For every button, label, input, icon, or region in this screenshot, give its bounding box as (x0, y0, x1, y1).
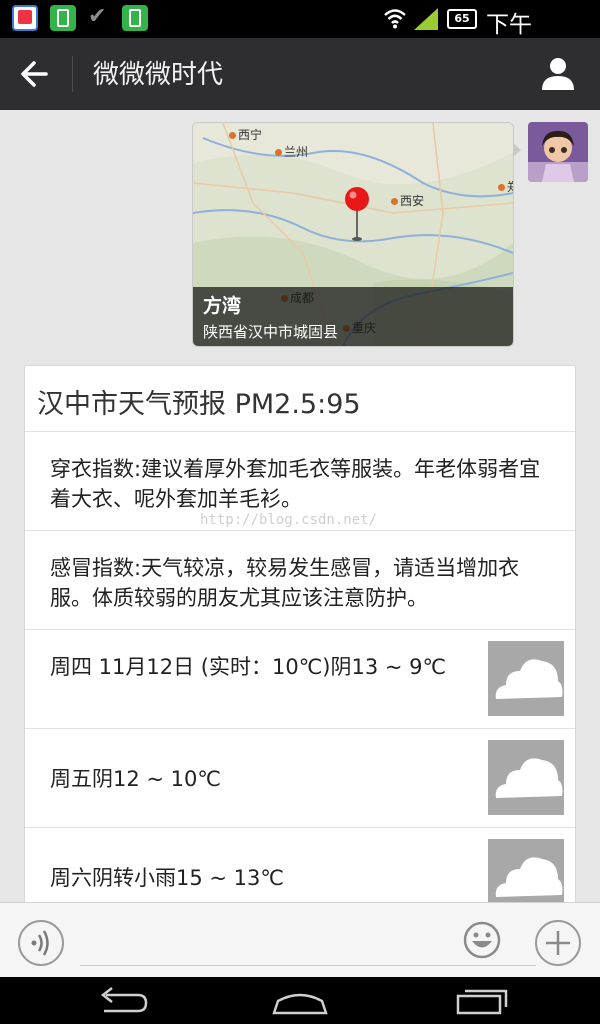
weather-row[interactable]: 周五阴12 ~ 10℃ (25, 728, 575, 828)
battery-icon: 65 (447, 9, 477, 29)
app-notification-icon (50, 5, 76, 31)
map-city-label: 兰州 (275, 143, 308, 160)
home-icon[interactable] (270, 985, 330, 1017)
location-caption: 方湾 陕西省汉中市城固县 (193, 287, 513, 346)
weather-row-text: 周六阴转小雨15 ~ 13℃ (50, 866, 284, 890)
weather-row-text: 周五阴12 ~ 10℃ (50, 767, 221, 791)
wifi-icon (384, 9, 406, 29)
watermark: http://blog.csdn.net/ (200, 512, 378, 528)
system-nav-bar (0, 977, 600, 1024)
bubble-tail (513, 143, 521, 157)
weather-row-text: 感冒指数:天气较凉，较易发生感冒，请适当增加衣服。体质较弱的朋友尤其应该注意防护… (50, 556, 520, 610)
signal-icon (414, 8, 438, 30)
weather-row[interactable]: 周四 11月12日 (实时：10℃)阴13 ~ 9℃ (25, 629, 575, 729)
check-icon: ✔ (88, 4, 107, 29)
cloud-icon (488, 839, 564, 904)
weather-row[interactable]: 周六阴转小雨15 ~ 13℃ (25, 827, 575, 904)
person-icon[interactable] (538, 54, 578, 94)
chat-header: 微微微时代 (0, 38, 600, 110)
back-nav-icon[interactable] (90, 985, 150, 1017)
status-bar: ✔ 65 下午 10:11 (0, 0, 600, 65)
message-input-bar (0, 902, 600, 978)
header-divider (72, 56, 73, 92)
voice-button[interactable] (18, 920, 64, 966)
location-message[interactable]: 西宁 兰州 西安 郑 成都 重庆 方湾 陕西省汉中市城固县 (192, 122, 514, 347)
app-notification-icon (12, 5, 38, 31)
avatar[interactable] (528, 122, 588, 182)
map-pin-icon (345, 187, 369, 211)
emoji-icon[interactable] (462, 920, 502, 960)
weather-row-text: 周四 11月12日 (实时：10℃)阴13 ~ 9℃ (50, 655, 447, 679)
weather-card[interactable]: 汉中市天气预报 PM2.5:95 穿衣指数:建议着厚外套加毛衣等服装。年老体弱者… (24, 365, 576, 905)
app-notification-icon (122, 5, 148, 31)
plus-icon (546, 931, 570, 955)
chat-title: 微微微时代 (93, 60, 224, 90)
map-city-label: 西宁 (229, 126, 262, 143)
weather-card-title: 汉中市天气预报 PM2.5:95 (37, 389, 361, 420)
recent-apps-icon[interactable] (452, 985, 512, 1017)
map-city-label: 西安 (391, 192, 424, 209)
weather-row-text: 穿衣指数:建议着厚外套加毛衣等服装。年老体弱者宜着大衣、呢外套加羊毛衫。 (50, 457, 541, 511)
location-name: 方湾 (203, 295, 242, 317)
map-city-label: 郑 (498, 178, 513, 195)
cloud-icon (488, 641, 564, 716)
more-options-button[interactable] (535, 920, 581, 966)
weather-row[interactable]: 感冒指数:天气较凉，较易发生感冒，请适当增加衣服。体质较弱的朋友尤其应该注意防护… (25, 530, 575, 630)
arrow-left-icon[interactable] (14, 54, 58, 94)
cloud-icon (488, 740, 564, 815)
voice-icon (31, 930, 49, 956)
location-address: 陕西省汉中市城固县 (203, 323, 339, 341)
